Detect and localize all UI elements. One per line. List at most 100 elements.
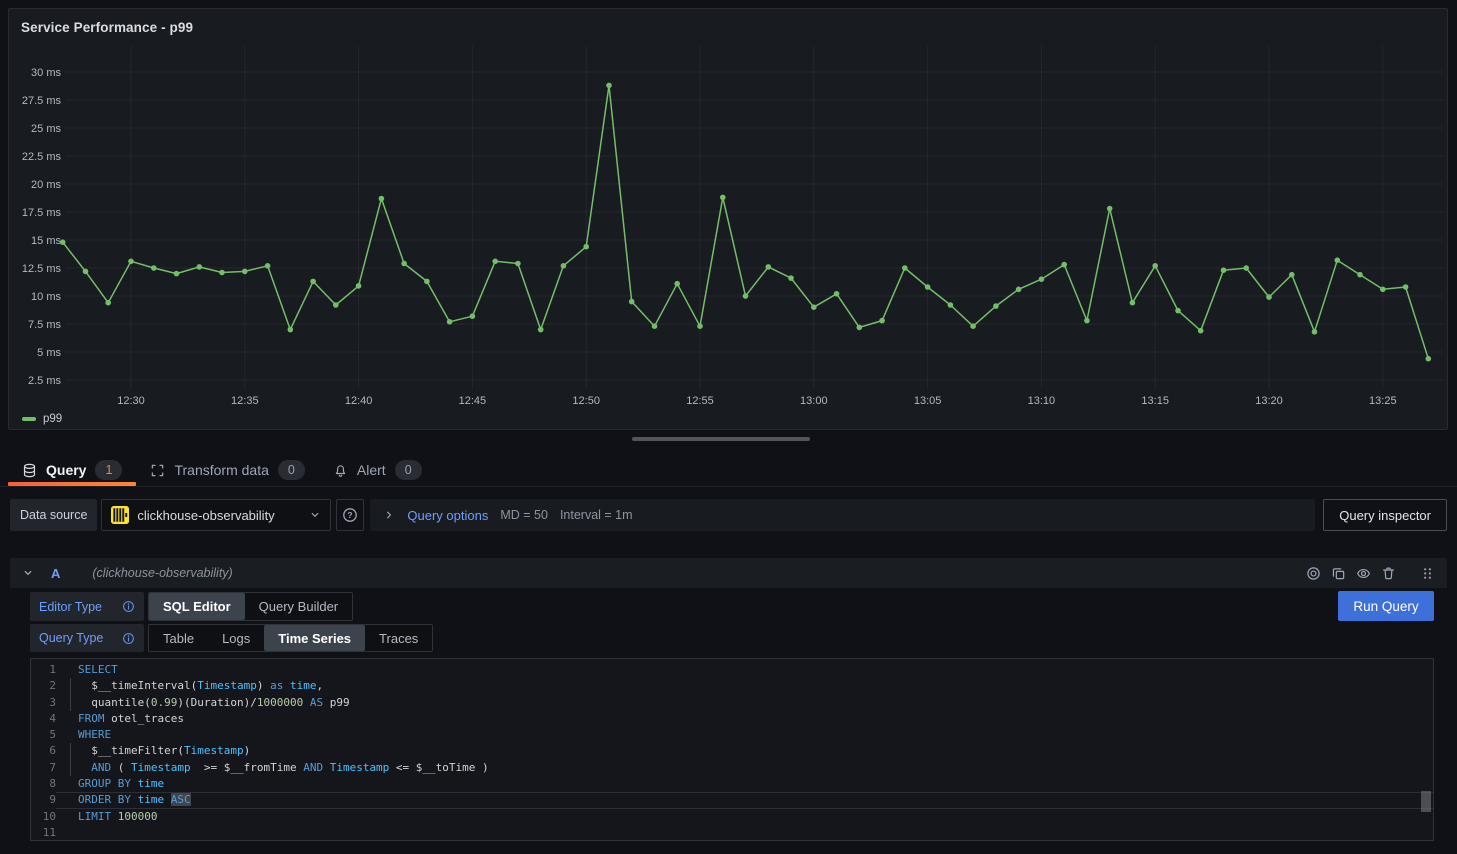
query-options-toggle[interactable]: Query options MD = 50 Interval = 1m xyxy=(370,499,1315,531)
code-text: ORDER BY time ASC xyxy=(56,792,1433,808)
overview-ruler-cursor xyxy=(1421,791,1431,812)
query-datasource-hint: (clickhouse-observability) xyxy=(92,566,232,580)
code-text xyxy=(56,825,1433,841)
drag-handle-icon[interactable] xyxy=(1420,566,1435,581)
query-options-label: Query options xyxy=(407,508,488,523)
chart-legend[interactable]: p99 xyxy=(22,413,62,425)
sql-line-8[interactable]: 8GROUP BY time xyxy=(31,776,1433,792)
svg-text:13:05: 13:05 xyxy=(914,395,942,407)
query-type-option-logs[interactable]: Logs xyxy=(208,625,264,651)
info-circle-icon xyxy=(122,600,135,613)
tab-label: Query xyxy=(46,462,86,478)
bell-icon xyxy=(333,463,348,478)
transform-icon xyxy=(150,463,165,478)
query-inspector-button[interactable]: Query inspector xyxy=(1323,499,1447,531)
legend-label: p99 xyxy=(43,413,62,425)
line-number: 2 xyxy=(31,678,56,694)
code-text: FROM otel_traces xyxy=(56,711,1433,727)
data-source-value: clickhouse-observability xyxy=(137,508,301,523)
svg-text:5 ms: 5 ms xyxy=(37,347,61,359)
eye-icon[interactable] xyxy=(1356,566,1371,581)
editor-type-label-text: Editor Type xyxy=(39,600,102,614)
svg-text:13:25: 13:25 xyxy=(1369,395,1397,407)
sql-line-9[interactable]: 9ORDER BY time ASC xyxy=(31,792,1433,808)
sql-line-5[interactable]: 5WHERE xyxy=(31,727,1433,743)
query-type-label-text: Query Type xyxy=(39,631,103,645)
line-number: 10 xyxy=(31,809,56,825)
query-type-label: Query Type xyxy=(30,624,144,652)
query-type-group: TableLogsTime SeriesTraces xyxy=(148,624,433,652)
data-source-help-button[interactable]: ? xyxy=(336,499,364,531)
sql-line-4[interactable]: 4FROM otel_traces xyxy=(31,711,1433,727)
copy-icon[interactable] xyxy=(1331,566,1346,581)
svg-text:27.5 ms: 27.5 ms xyxy=(22,95,62,107)
record-circle-icon[interactable] xyxy=(1306,566,1321,581)
svg-text:13:00: 13:00 xyxy=(800,395,828,407)
collapse-chevron-icon[interactable] xyxy=(22,567,34,579)
max-data-points-value: MD = 50 xyxy=(500,508,548,522)
sql-line-11[interactable]: 11 xyxy=(31,825,1433,841)
query-type-option-time-series[interactable]: Time Series xyxy=(264,625,365,651)
svg-text:15 ms: 15 ms xyxy=(31,235,61,247)
trash-icon[interactable] xyxy=(1381,566,1396,581)
editor-type-row: Editor Type SQL EditorQuery Builder xyxy=(30,592,353,621)
svg-text:7.5 ms: 7.5 ms xyxy=(28,319,62,331)
query-type-option-traces[interactable]: Traces xyxy=(365,625,432,651)
tab-count-badge: 0 xyxy=(395,460,422,480)
run-query-button[interactable]: Run Query xyxy=(1338,591,1434,621)
editor-type-option-sql-editor[interactable]: SQL Editor xyxy=(149,593,245,620)
svg-text:13:15: 13:15 xyxy=(1141,395,1169,407)
sql-code-editor[interactable]: 1SELECT2 $__timeInterval(Timestamp) as t… xyxy=(30,658,1434,841)
sql-line-1[interactable]: 1SELECT xyxy=(31,662,1433,678)
svg-text:13:20: 13:20 xyxy=(1255,395,1283,407)
query-ref-id[interactable]: A xyxy=(51,566,60,581)
code-text: WHERE xyxy=(56,727,1433,743)
chevron-right-icon xyxy=(383,509,395,521)
code-text: $__timeFilter(Timestamp) xyxy=(56,743,1433,759)
svg-text:12.5 ms: 12.5 ms xyxy=(22,263,62,275)
active-tab-underline xyxy=(8,482,136,486)
code-text: SELECT xyxy=(56,662,1433,678)
svg-text:13:10: 13:10 xyxy=(1028,395,1056,407)
editor-type-label: Editor Type xyxy=(30,592,144,621)
svg-text:30 ms: 30 ms xyxy=(31,67,61,79)
panel-title: Service Performance - p99 xyxy=(21,20,193,35)
svg-text:12:40: 12:40 xyxy=(345,395,373,407)
svg-text:20 ms: 20 ms xyxy=(31,179,61,191)
code-text: GROUP BY time xyxy=(56,776,1433,792)
query-row-header[interactable]: A (clickhouse-observability) xyxy=(10,558,1447,588)
code-text: AND ( Timestamp >= $__fromTime AND Times… xyxy=(56,760,1433,776)
sql-line-3[interactable]: 3 quantile(0.99)(Duration)/1000000 AS p9… xyxy=(31,695,1433,711)
sql-line-2[interactable]: 2 $__timeInterval(Timestamp) as time, xyxy=(31,678,1433,694)
info-circle-icon xyxy=(122,632,135,645)
sql-line-7[interactable]: 7 AND ( Timestamp >= $__fromTime AND Tim… xyxy=(31,760,1433,776)
timeseries-panel: 30 ms27.5 ms25 ms22.5 ms20 ms17.5 ms15 m… xyxy=(8,8,1448,430)
line-number: 8 xyxy=(31,776,56,792)
sql-line-6[interactable]: 6 $__timeFilter(Timestamp) xyxy=(31,743,1433,759)
tab-bar: Query1Transform data0 Alert 0 xyxy=(0,454,1457,487)
svg-text:12:30: 12:30 xyxy=(117,395,145,407)
svg-text:2.5 ms: 2.5 ms xyxy=(28,375,62,387)
interval-value: Interval = 1m xyxy=(560,508,633,522)
clickhouse-logo-icon xyxy=(111,506,129,524)
tab-label: Alert xyxy=(357,462,386,478)
tab-query[interactable]: Query1 xyxy=(8,454,136,486)
question-circle-icon: ? xyxy=(342,507,358,523)
sql-line-10[interactable]: 10LIMIT 100000 xyxy=(31,809,1433,825)
query-type-option-table[interactable]: Table xyxy=(149,625,208,651)
editor-type-option-query-builder[interactable]: Query Builder xyxy=(245,593,352,620)
pane-resize-handle[interactable] xyxy=(632,437,810,441)
code-text: $__timeInterval(Timestamp) as time, xyxy=(56,678,1433,694)
tab-transform-data[interactable]: Transform data0 xyxy=(136,454,318,486)
database-icon xyxy=(22,463,37,478)
data-source-picker[interactable]: clickhouse-observability xyxy=(101,499,331,531)
line-number: 5 xyxy=(31,727,56,743)
panel-edit-view: 30 ms27.5 ms25 ms22.5 ms20 ms17.5 ms15 m… xyxy=(0,0,1457,854)
svg-text:12:55: 12:55 xyxy=(686,395,714,407)
legend-swatch xyxy=(22,417,36,421)
svg-text:10 ms: 10 ms xyxy=(31,291,61,303)
line-number: 11 xyxy=(31,825,56,841)
tab-alert[interactable]: Alert 0 xyxy=(319,454,436,486)
tab-label: Transform data xyxy=(174,462,268,478)
sql-lines: 1SELECT2 $__timeInterval(Timestamp) as t… xyxy=(31,662,1433,841)
